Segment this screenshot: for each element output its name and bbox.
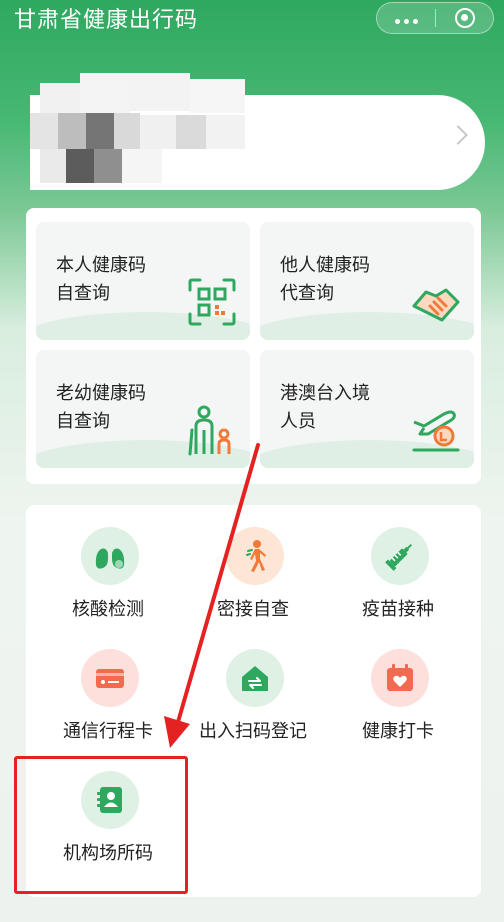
health-code-panel: 本人健康码 自查询 他人健康码 代查询 老幼健康码 自查询 港澳台入境 人员 (26, 208, 481, 484)
service-label: 疫苗接种 (362, 599, 434, 620)
top-bar: 甘肃省健康出行码 (0, 0, 504, 48)
user-card[interactable] (30, 73, 485, 190)
target-circle-icon (454, 8, 475, 28)
handshake-icon (412, 288, 460, 322)
close-button[interactable] (436, 3, 493, 33)
card-line2: 人员 (280, 411, 316, 432)
chevron-right-icon (448, 125, 468, 145)
lungs-icon (95, 545, 125, 569)
blurred-avatar (30, 73, 245, 189)
card-elder-child-health-code[interactable]: 老幼健康码 自查询 (36, 350, 250, 468)
home-scan-icon (242, 666, 268, 691)
card-line2: 代查询 (280, 283, 334, 304)
card-line2: 自查询 (56, 283, 110, 304)
card-line1: 他人健康码 (280, 255, 370, 276)
service-label: 出入扫码登记 (199, 721, 307, 742)
card-self-health-code[interactable]: 本人健康码 自查询 (36, 222, 250, 340)
service-health-checkin[interactable]: 健康打卡 (328, 627, 468, 742)
card-line1: 老幼健康码 (56, 383, 146, 404)
card-line2: 自查询 (56, 411, 110, 432)
highlight-box (14, 756, 188, 894)
service-label: 密接自查 (217, 599, 289, 620)
service-travel-card[interactable]: 通信行程卡 (38, 627, 178, 742)
elder-child-icon (188, 405, 231, 456)
service-close-contact-check[interactable]: 密接自查 (183, 505, 323, 620)
service-nucleic-acid-test[interactable]: 核酸检测 (38, 505, 178, 620)
service-label: 核酸检测 (72, 599, 144, 620)
walking-person-icon (246, 540, 266, 572)
more-dots-icon (393, 9, 420, 28)
service-entry-exit-scan[interactable]: 出入扫码登记 (183, 627, 323, 742)
more-button[interactable] (377, 3, 435, 33)
card-icon (96, 669, 124, 688)
service-vaccination[interactable]: 疫苗接种 (328, 505, 468, 620)
mini-program-capsule (376, 2, 494, 34)
app-title: 甘肃省健康出行码 (14, 8, 199, 33)
card-other-health-code[interactable]: 他人健康码 代查询 (260, 222, 474, 340)
service-label: 通信行程卡 (63, 721, 153, 742)
card-line1: 港澳台入境 (280, 383, 370, 404)
card-hk-macao-taiwan-entry[interactable]: 港澳台入境 人员 (260, 350, 474, 468)
service-label: 健康打卡 (362, 721, 434, 742)
qr-scan-icon (188, 278, 236, 326)
plane-landing-icon (412, 410, 460, 452)
syringe-icon (385, 543, 413, 571)
calendar-check-icon (387, 664, 413, 691)
card-line1: 本人健康码 (56, 255, 146, 276)
